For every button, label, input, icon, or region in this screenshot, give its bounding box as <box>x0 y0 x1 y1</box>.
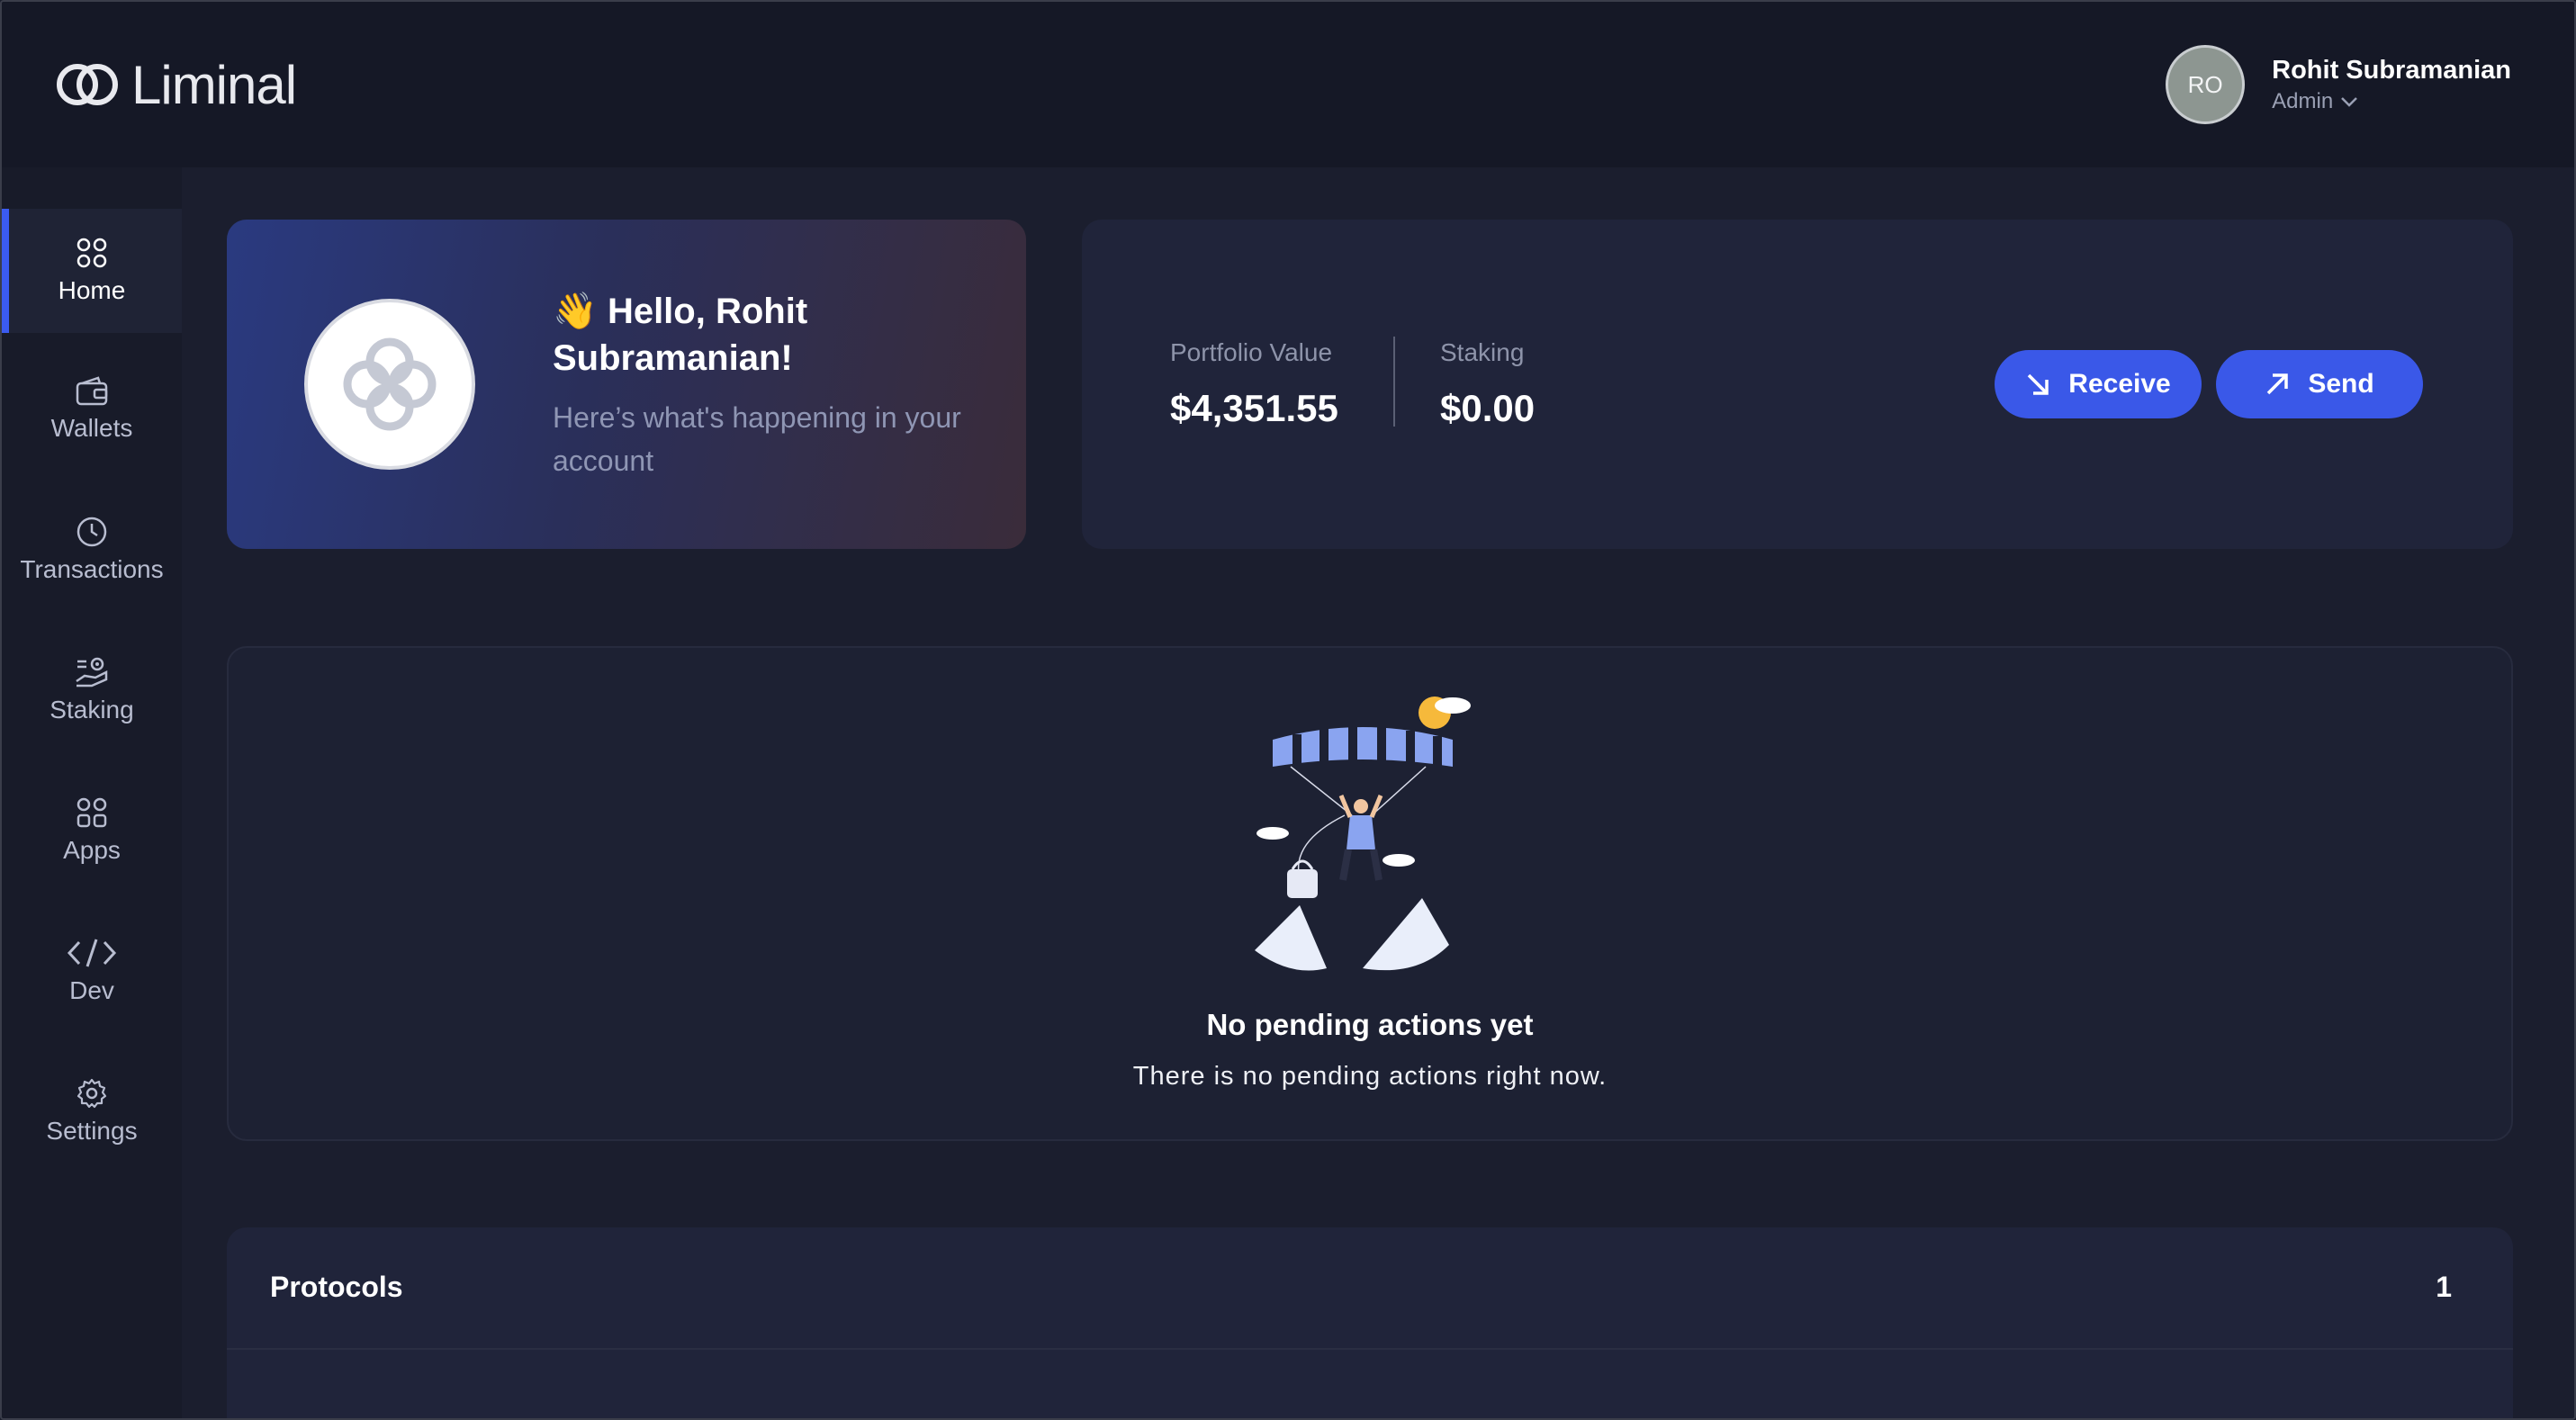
sidebar-item-label: Wallets <box>50 414 133 442</box>
wave-emoji-icon: 👋 <box>553 292 598 331</box>
top-header: Liminal RO Rohit Subramanian Admin <box>2 2 2574 167</box>
sidebar: Home Wallets Transactions Staking Apps D… <box>2 167 182 1418</box>
portfolio-card: Portfolio Value $4,351.55 Staking $0.00 … <box>1082 220 2513 549</box>
organization-logo-icon <box>343 337 437 431</box>
sidebar-item-label: Dev <box>69 976 114 1004</box>
organization-logo <box>304 299 475 470</box>
home-grid-icon <box>77 238 107 268</box>
sidebar-item-label: Transactions <box>20 555 164 583</box>
user-name: Rohit Subramanian <box>2272 55 2511 85</box>
gear-icon <box>77 1078 107 1109</box>
apps-grid-icon <box>77 797 107 828</box>
staking-value: $0.00 <box>1440 387 1536 429</box>
brand-logo[interactable]: Liminal <box>54 54 297 116</box>
sidebar-item-label: Staking <box>50 696 134 723</box>
receive-label: Receive <box>2068 369 2171 399</box>
sidebar-item-apps[interactable]: Apps <box>2 768 182 893</box>
pending-subtitle: There is no pending actions right now. <box>1132 1062 1608 1091</box>
pending-actions-card: No pending actions yet There is no pendi… <box>227 646 2513 1141</box>
pending-title: No pending actions yet <box>1206 1008 1534 1041</box>
app-window: Liminal RO Rohit Subramanian Admin Home … <box>0 0 2576 1420</box>
divider <box>227 1348 2513 1350</box>
arrow-down-right-icon <box>2028 373 2049 395</box>
sidebar-item-staking[interactable]: Staking <box>2 628 182 752</box>
user-info[interactable]: Rohit Subramanian Admin <box>2272 56 2511 114</box>
sidebar-item-label: Apps <box>63 836 121 864</box>
protocols-title: Protocols <box>270 1271 403 1303</box>
sidebar-item-home[interactable]: Home <box>2 209 182 333</box>
brand-name: Liminal <box>131 54 297 115</box>
sidebar-item-label: Settings <box>46 1117 138 1145</box>
chevron-down-icon <box>2341 96 2358 107</box>
staking-label: Staking <box>1440 338 1525 366</box>
arrow-up-right-icon <box>2267 373 2289 395</box>
user-role-label: Admin <box>2272 88 2334 113</box>
portfolio-value-stat: Portfolio Value $4,351.55 <box>1170 338 1338 430</box>
code-icon <box>67 939 117 967</box>
protocols-count: 1 <box>2436 1271 2452 1303</box>
main-content: 👋 Hello, Rohit Subramanian! Here’s what'… <box>182 167 2574 1418</box>
receive-button[interactable]: Receive <box>1995 350 2202 418</box>
stat-divider <box>1393 337 1395 427</box>
send-label: Send <box>2308 369 2374 399</box>
protocols-card: Protocols 1 <box>227 1227 2513 1418</box>
sidebar-item-settings[interactable]: Settings <box>2 1049 182 1173</box>
portfolio-value: $4,351.55 <box>1170 387 1338 429</box>
staking-stat: Staking $0.00 <box>1440 338 1535 430</box>
sidebar-item-transactions[interactable]: Transactions <box>2 488 182 612</box>
avatar[interactable]: RO <box>2166 45 2246 124</box>
send-button[interactable]: Send <box>2216 350 2423 418</box>
portfolio-value-label: Portfolio Value <box>1170 338 1333 366</box>
greeting-title: 👋 Hello, Rohit Subramanian! <box>553 288 976 382</box>
sidebar-item-dev[interactable]: Dev <box>2 909 182 1033</box>
user-menu[interactable]: RO Rohit Subramanian Admin <box>2166 45 2511 124</box>
parachute-illustration-icon <box>1255 697 1471 971</box>
sidebar-item-wallets[interactable]: Wallets <box>2 347 182 472</box>
greeting-card: 👋 Hello, Rohit Subramanian! Here’s what'… <box>227 220 1026 549</box>
wallet-icon <box>76 376 108 406</box>
greeting-subtitle: Here’s what's happening in your account <box>553 401 961 477</box>
staking-hand-icon <box>76 657 108 688</box>
user-role-dropdown[interactable]: Admin <box>2272 89 2511 114</box>
liminal-logo-icon <box>57 64 118 105</box>
clock-icon <box>77 517 107 547</box>
sidebar-item-label: Home <box>58 276 126 304</box>
